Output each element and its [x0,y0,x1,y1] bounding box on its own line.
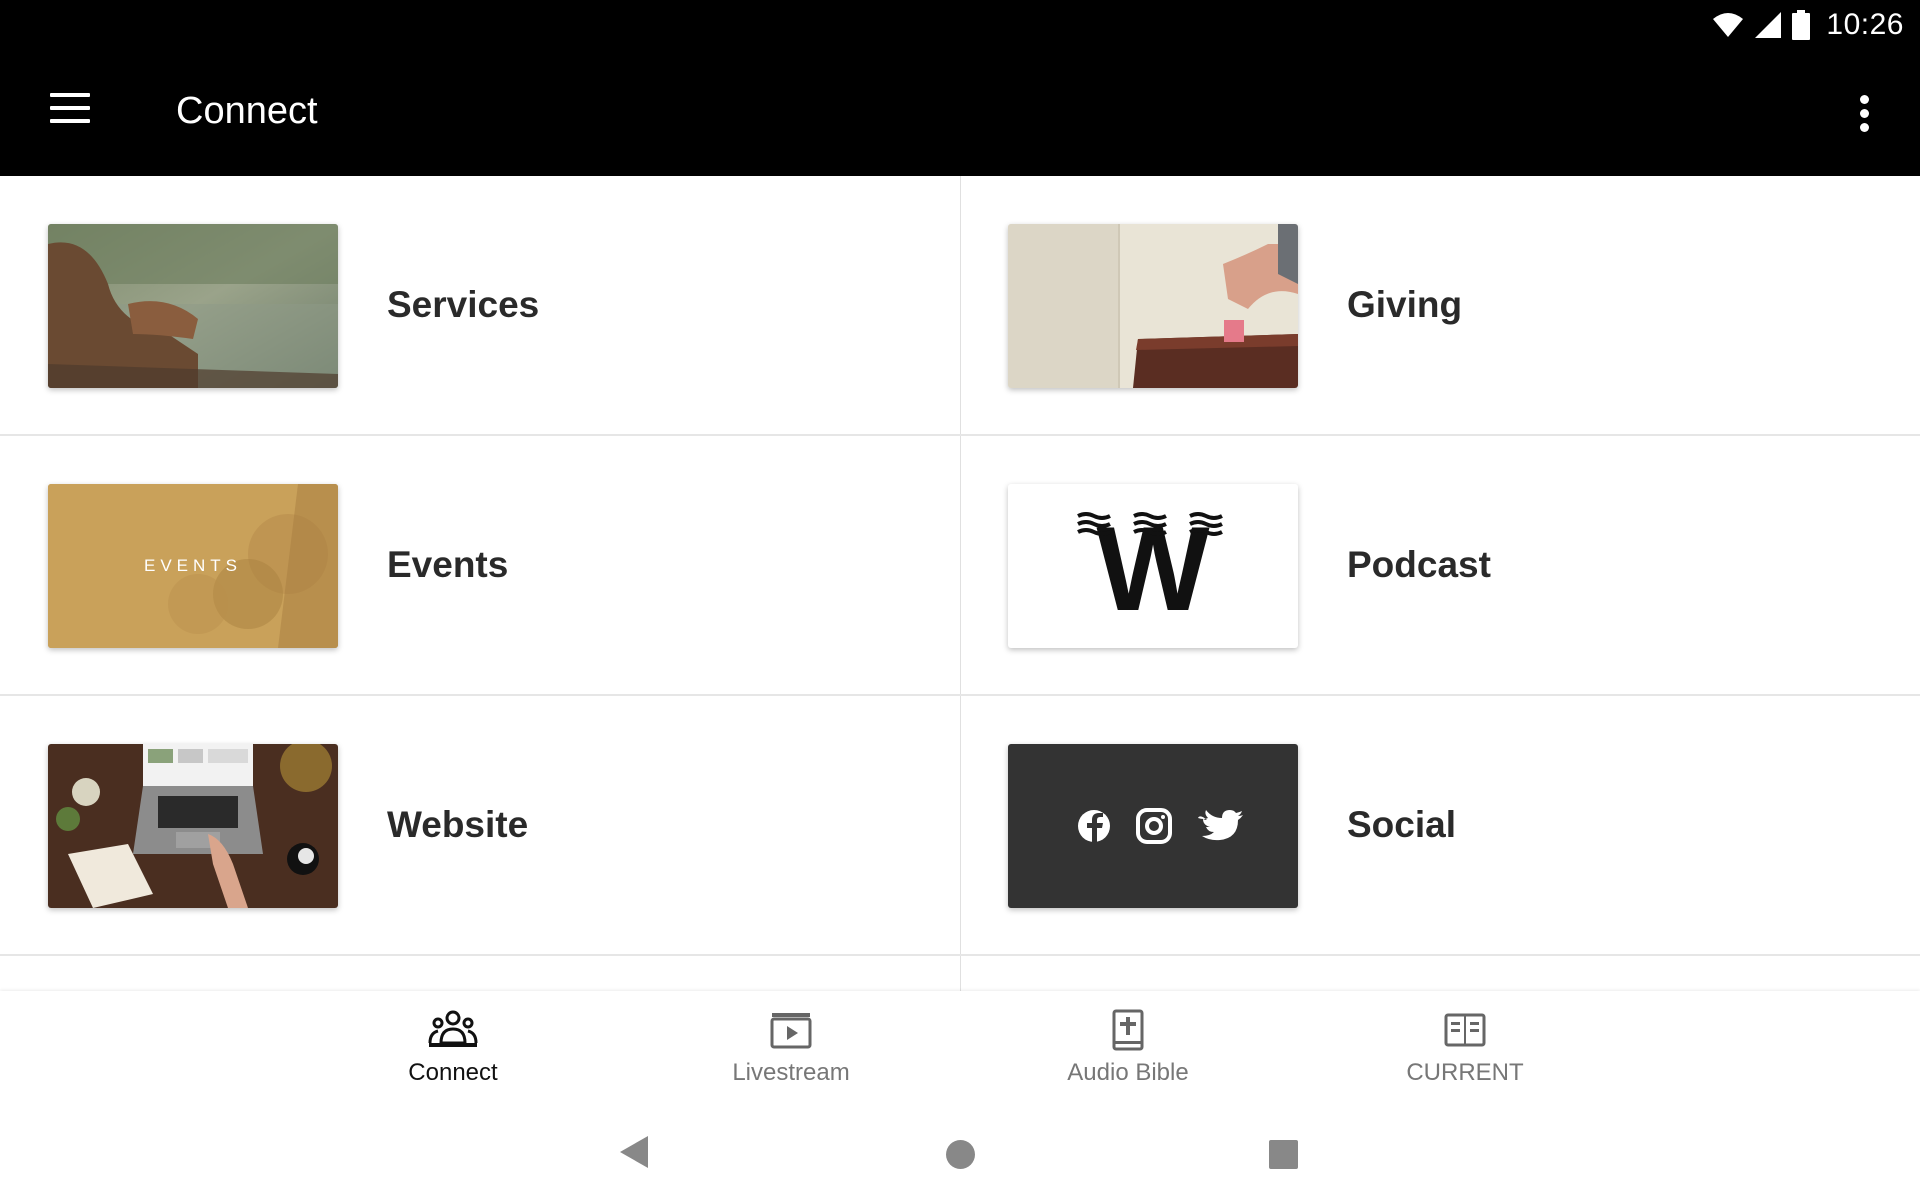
connect-grid: Services Giving EVENTS Events W Podcast … [0,176,1920,991]
wifi-icon [1713,13,1744,37]
signal-icon [1755,12,1782,38]
events-thumb-text: EVENTS [143,556,243,575]
podcast-thumbnail: W [1008,484,1298,648]
menu-icon[interactable] [50,93,92,123]
events-thumbnail: EVENTS [48,484,338,648]
tile-label: Social [1347,804,1456,845]
nav-label: Audio Bible [1067,1059,1189,1086]
social-thumbnail [1008,744,1298,908]
wave-lines-icon [1077,512,1223,536]
nav-connect[interactable]: Connect [343,1009,563,1099]
nav-label: Connect [408,1059,498,1086]
services-thumbnail [48,224,338,388]
tile-website[interactable]: Website [0,696,960,956]
system-navigation [0,1104,1920,1200]
tile-label: Giving [1347,284,1463,325]
tile-label: Services [387,284,540,325]
play-icon [770,1013,812,1049]
back-icon[interactable] [618,1134,650,1170]
battery-icon [1792,10,1811,40]
more-options-icon[interactable] [1860,95,1870,132]
twitter-icon [1198,810,1243,841]
nav-label: CURRENT [1406,1059,1524,1086]
instagram-icon [1136,808,1172,844]
clock: 10:26 [1826,8,1904,41]
top-bar: 10:26 Connect [0,0,1920,176]
nav-current[interactable]: CURRENT [1355,1009,1575,1099]
nav-livestream[interactable]: Livestream [681,1009,901,1099]
tile-services[interactable]: Services [0,176,960,436]
tile-giving[interactable]: Giving [960,176,1920,436]
tile-events[interactable]: EVENTS Events [0,436,960,696]
home-icon[interactable] [946,1140,975,1169]
tile-podcast[interactable]: W Podcast [960,436,1920,696]
bible-icon [1112,1009,1144,1051]
bottom-navigation: Connect Livestream Audio Bible CURRENT [0,991,1920,1104]
tile-label: Events [387,544,509,585]
nav-label: Livestream [732,1059,850,1086]
book-open-icon [1444,1013,1486,1047]
people-icon [428,1010,478,1047]
recent-apps-icon[interactable] [1269,1140,1298,1169]
tile-label: Podcast [1347,544,1491,585]
status-bar: 10:26 [1712,6,1904,44]
giving-thumbnail [1008,224,1298,388]
facebook-icon [1078,810,1110,842]
page-title: Connect [176,90,318,132]
tile-label: Website [387,804,529,845]
website-thumbnail [48,744,338,908]
nav-audio-bible[interactable]: Audio Bible [1018,1009,1238,1099]
tile-social[interactable]: Social [960,696,1920,956]
